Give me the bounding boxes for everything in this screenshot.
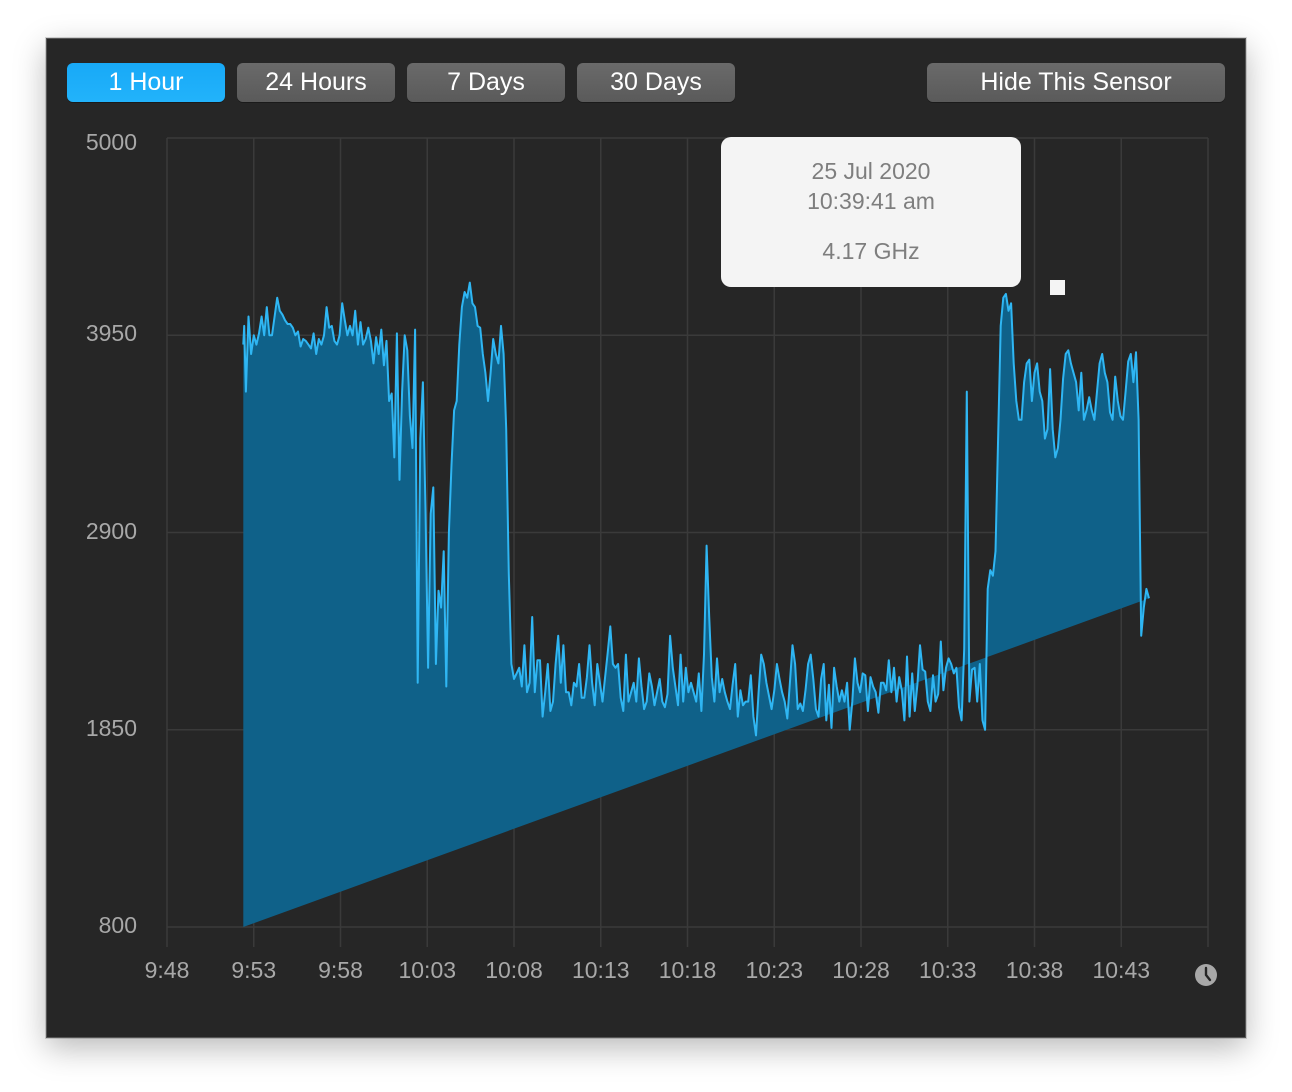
sensor-history-window: 1 Hour 24 Hours 7 Days 30 Days Hide This…	[46, 38, 1246, 1038]
x-tick-label: 10:23	[745, 957, 804, 983]
y-tick-label: 1850	[85, 714, 137, 741]
x-tick-label: 10:38	[1005, 957, 1064, 983]
x-tick-label: 10:28	[832, 957, 890, 983]
x-tick-label: 9:48	[144, 957, 190, 983]
x-tick-label: 9:58	[318, 957, 363, 983]
x-tick-label: 10:18	[658, 957, 717, 983]
highlight-point-marker	[1050, 280, 1065, 295]
x-tick-label: 10:13	[571, 957, 630, 983]
x-tick-label: 10:08	[485, 957, 543, 983]
y-tick-label: 3950	[85, 320, 137, 347]
data-tooltip: 25 Jul 2020 10:39:41 am 4.17 GHz	[721, 137, 1021, 287]
x-tick-label: 10:33	[918, 957, 977, 983]
frequency-chart[interactable]	[47, 39, 1245, 1037]
y-tick-label: 2900	[85, 517, 137, 544]
x-tick-label: 10:43	[1092, 957, 1151, 983]
frequency-area-fill	[243, 282, 1150, 928]
tooltip-value: 4.17 GHz	[822, 238, 920, 264]
y-tick-label: 800	[98, 912, 137, 938]
tooltip-time: 10:39:41 am	[807, 188, 935, 214]
x-tick-label: 9:53	[231, 957, 277, 983]
clock-icon[interactable]	[1194, 963, 1218, 987]
tooltip-date: 25 Jul 2020	[811, 158, 931, 184]
x-tick-label: 10:03	[398, 957, 457, 983]
y-tick-label: 5000	[85, 129, 137, 155]
